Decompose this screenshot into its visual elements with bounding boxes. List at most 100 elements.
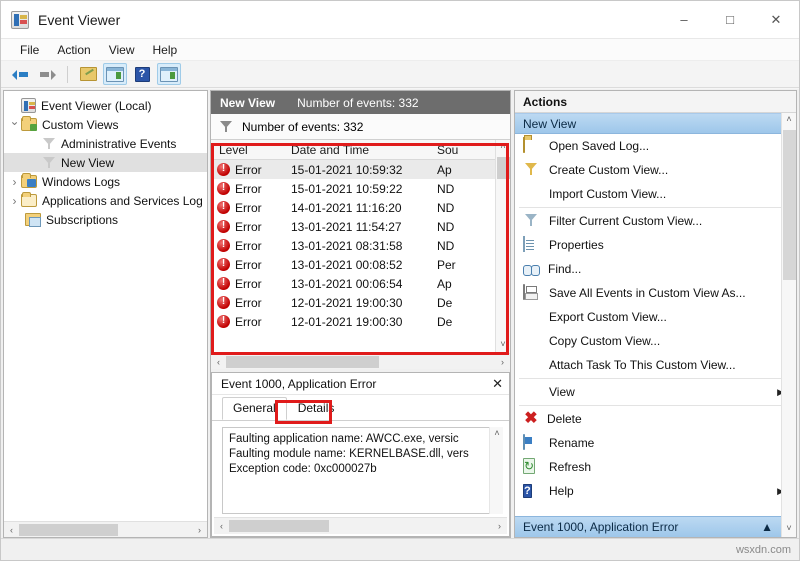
scroll-thumb[interactable] [226,356,379,368]
action-rename[interactable]: Rename [515,431,796,455]
actions-group-event-1000[interactable]: Event 1000, Application Error ▲ [515,516,781,537]
table-row[interactable]: ! Error 13-01-2021 08:31:58 ND [211,236,510,255]
collapse-caret-icon[interactable]: ▲ [761,520,773,534]
column-header-date-and-time[interactable]: Date and Time [291,143,437,157]
cell-level: ! Error [211,239,291,253]
open-folder-icon [80,67,97,81]
tree-item-label: New View [61,156,114,170]
action-delete[interactable]: ✖ Delete [515,407,796,431]
tree-item-administrative-events[interactable]: Administrative Events [4,134,207,153]
action-attach-task-to-custom-view[interactable]: Attach Task To This Custom View... [515,353,796,377]
menu-help[interactable]: Help [144,41,187,59]
toolbar-forward-button[interactable] [35,63,59,85]
action-open-saved-log[interactable]: Open Saved Log... [515,134,796,158]
scroll-up-button[interactable]: ˄ [496,140,511,155]
scroll-right-button[interactable]: › [192,525,207,535]
table-row[interactable]: ! Error 15-01-2021 10:59:22 ND [211,179,510,198]
scroll-track[interactable] [226,356,495,368]
scroll-right-button[interactable]: › [495,357,510,367]
minimize-button[interactable]: – [661,1,707,39]
tree-item-windows-logs[interactable]: Windows Logs [4,172,207,191]
scroll-left-button[interactable]: ‹ [4,525,19,535]
actions-group-new-view[interactable]: New View ▲ [515,113,796,134]
tree-item-custom-views[interactable]: Custom Views [4,115,207,134]
toolbar-action-pane-button[interactable] [157,63,181,85]
tree-item-applications-and-services-logs[interactable]: Applications and Services Log [4,191,207,210]
maximize-button[interactable]: □ [707,1,753,39]
tree-horizontal-scrollbar[interactable]: ‹ › [4,521,207,537]
tree-item-new-view[interactable]: New View [4,153,207,172]
menu-bar: File Action View Help [1,39,799,61]
cell-level: ! Error [211,182,291,196]
scroll-up-button[interactable]: ˄ [782,113,797,128]
tab-general[interactable]: General [222,397,287,420]
action-refresh[interactable]: ↻ Refresh [515,455,796,479]
help-icon: ? [523,484,532,498]
action-create-custom-view[interactable]: Create Custom View... [515,158,796,182]
scroll-down-button[interactable]: ˅ [496,338,511,353]
chevron-right-icon[interactable] [8,175,21,188]
action-properties[interactable]: Properties [515,233,796,257]
action-copy-custom-view[interactable]: Copy Custom View... [515,329,796,353]
event-list-vertical-scrollbar[interactable]: ˄ ˅ [495,140,510,353]
toolbar-back-button[interactable] [8,63,32,85]
action-find[interactable]: Find... [515,257,796,281]
scroll-down-button[interactable]: ˅ [782,522,797,537]
event-list-horizontal-scrollbar[interactable]: ‹ › [211,353,510,369]
scroll-thumb[interactable] [497,157,510,179]
delete-x-icon: ✖ [523,412,539,427]
table-row[interactable]: ! Error 13-01-2021 11:54:27 ND [211,217,510,236]
scroll-thumb[interactable] [229,520,329,532]
cell-level: ! Error [211,201,291,215]
filter-summary-bar[interactable]: Number of events: 332 [211,114,510,140]
table-row[interactable]: ! Error 13-01-2021 00:08:52 Per [211,255,510,274]
scroll-right-button[interactable]: › [492,521,507,531]
details-body: Faulting application name: AWCC.exe, ver… [212,421,509,514]
tree-item-event-viewer-local[interactable]: Event Viewer (Local) [4,96,207,115]
toolbar-console-tree-button[interactable] [103,63,127,85]
toolbar-help-button[interactable]: ? [130,63,154,85]
actions-vertical-scrollbar[interactable]: ˄ ˅ [781,113,796,537]
close-icon[interactable]: ✕ [492,376,503,392]
divider [519,405,792,406]
table-row[interactable]: ! Error 14-01-2021 11:16:20 ND [211,198,510,217]
close-button[interactable]: ✕ [753,1,799,39]
tree-item-subscriptions[interactable]: Subscriptions [4,210,207,229]
menu-view[interactable]: View [100,41,144,59]
column-header-level[interactable]: Level [211,143,291,157]
details-text-box[interactable]: Faulting application name: AWCC.exe, ver… [222,427,503,514]
scroll-left-button[interactable]: ‹ [214,521,229,531]
menu-action[interactable]: Action [48,41,99,59]
table-row[interactable]: ! Error 15-01-2021 10:59:32 Ap [211,160,510,179]
scroll-thumb[interactable] [19,524,118,536]
rename-icon [523,434,525,450]
cell-level: ! Error [211,220,291,234]
action-save-all-events[interactable]: Save All Events in Custom View As... [515,281,796,305]
details-title-bar: Event 1000, Application Error ✕ [212,373,509,395]
action-filter-current-custom-view[interactable]: Filter Current Custom View... [515,209,796,233]
chevron-down-icon[interactable] [8,118,21,131]
tab-details[interactable]: Details [287,397,346,420]
action-view[interactable]: View ▶ [515,380,796,404]
scroll-up-button[interactable]: ˄ [490,427,504,442]
action-export-custom-view[interactable]: Export Custom View... [515,305,796,329]
details-horizontal-scrollbar[interactable]: ‹ › [214,517,507,534]
scroll-left-button[interactable]: ‹ [211,357,226,367]
scroll-thumb[interactable] [783,130,796,280]
divider [519,207,792,208]
action-import-custom-view[interactable]: Import Custom View... [515,182,796,206]
menu-file[interactable]: File [11,41,48,59]
chevron-right-icon[interactable] [8,194,21,207]
table-row[interactable]: ! Error 13-01-2021 00:06:54 Ap [211,274,510,293]
action-label: Filter Current Custom View... [549,214,702,228]
action-help[interactable]: ? Help ▶ [515,479,796,503]
toolbar-open-button[interactable] [76,63,100,85]
table-row[interactable]: ! Error 12-01-2021 19:00:30 De [211,312,510,331]
event-viewer-icon [21,98,36,113]
scroll-track[interactable] [19,524,192,536]
refresh-icon: ↻ [523,458,535,474]
table-row[interactable]: ! Error 12-01-2021 19:00:30 De [211,293,510,312]
watermark-text: wsxdn.com [736,544,791,556]
scroll-track[interactable] [229,520,492,532]
details-vertical-scrollbar[interactable]: ˄ [489,427,503,514]
